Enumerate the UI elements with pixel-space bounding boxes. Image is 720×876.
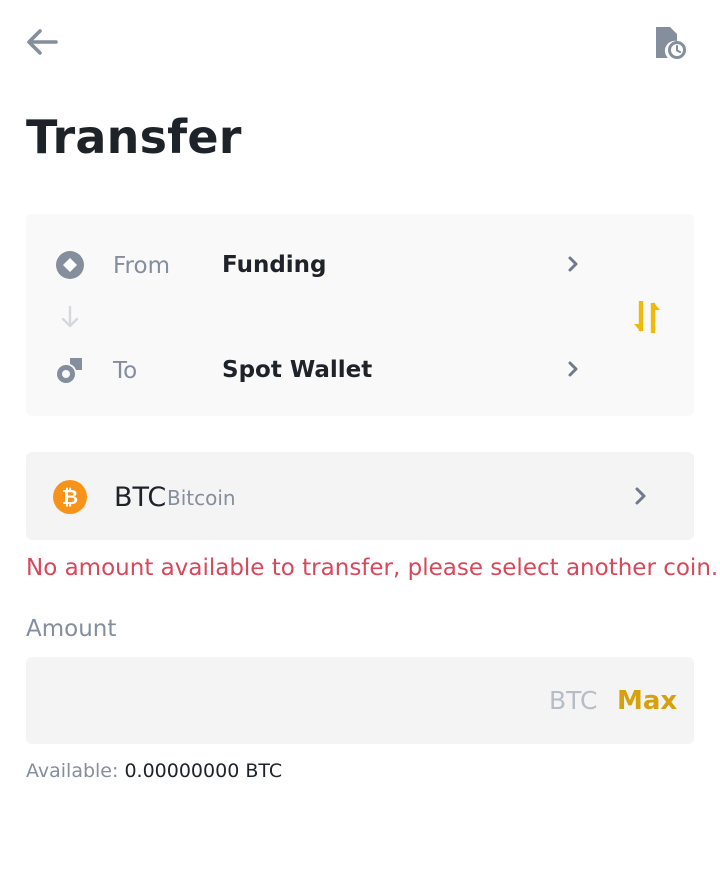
history-button[interactable] xyxy=(650,22,692,64)
from-wallet-value[interactable]: Funding xyxy=(222,250,327,280)
bitcoin-icon: ₿ xyxy=(53,480,87,514)
arrow-left-icon xyxy=(27,29,58,55)
coin-symbol: BTC xyxy=(114,482,167,513)
swap-direction-button[interactable] xyxy=(629,296,665,338)
spot-wallet-icon xyxy=(54,354,86,386)
chevron-right-icon xyxy=(635,487,646,505)
back-button[interactable] xyxy=(20,22,64,62)
swap-vertical-icon xyxy=(634,301,660,333)
coin-selector-chevron[interactable] xyxy=(628,484,652,508)
coin-name: Bitcoin xyxy=(167,486,236,510)
page-title: Transfer xyxy=(26,110,242,164)
to-wallet-selector[interactable] xyxy=(562,358,584,380)
to-label: To xyxy=(113,358,138,384)
arrow-down-icon xyxy=(61,305,79,328)
available-balance: Available: 0.00000000 BTC xyxy=(26,758,282,784)
transfer-page: Transfer From Funding To Spot Wallet ₿ B… xyxy=(0,0,720,876)
max-button[interactable]: Max xyxy=(617,685,677,717)
document-clock-icon xyxy=(656,27,686,59)
chevron-right-icon xyxy=(568,361,578,377)
chevron-right-icon xyxy=(568,256,578,272)
coin-error-message: No amount available to transfer, please … xyxy=(26,555,719,581)
amount-label: Amount xyxy=(26,616,117,642)
available-value: 0.00000000 BTC xyxy=(124,760,283,782)
svg-text:₿: ₿ xyxy=(62,485,78,509)
funding-wallet-icon xyxy=(54,249,86,281)
from-label: From xyxy=(113,253,170,279)
available-label: Available: xyxy=(26,760,119,782)
from-wallet-selector[interactable] xyxy=(562,253,584,275)
amount-unit: BTC xyxy=(549,686,598,715)
to-wallet-value[interactable]: Spot Wallet xyxy=(222,355,372,385)
amount-input[interactable] xyxy=(40,672,524,730)
